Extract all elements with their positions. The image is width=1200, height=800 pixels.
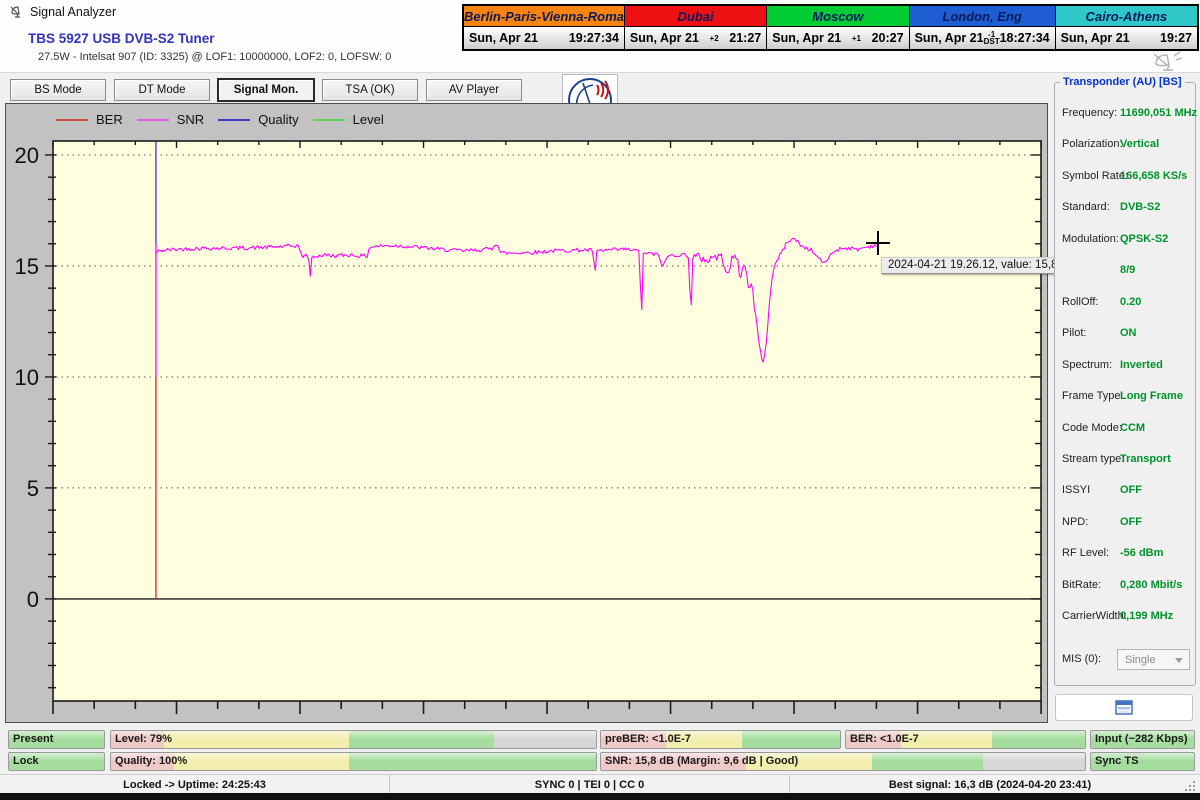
transport-log-button[interactable] <box>1055 694 1193 721</box>
transponder-row-modulation: Modulation:QPSK-S2 <box>1062 233 1190 249</box>
dish-watermark-icon <box>1150 50 1184 72</box>
background-strip <box>0 793 1200 800</box>
clock-time-row: Sun, Apr 21-1 DST18:27:34 <box>910 27 1055 49</box>
bar-label: Quality: 100% <box>115 755 187 767</box>
bar-label: BER: <1.0E-7 <box>850 733 919 745</box>
tab-tsa-ok-[interactable]: TSA (OK) <box>322 79 418 101</box>
satellite-dish-icon <box>9 4 25 20</box>
mode-tab-bar: BS Mode DT Mode Signal Mon. TSA (OK) AV Play… <box>10 79 522 102</box>
clock-dubai: DubaiSun, Apr 21+221:27 <box>625 6 767 49</box>
snr-bar: SNR: 15,8 dB (Margin: 9,6 dB | Good) <box>600 752 1086 771</box>
bar-label: Present <box>13 733 53 745</box>
window-title: Signal Analyzer <box>30 5 116 19</box>
bar-label: preBER: <1.0E-7 <box>605 733 691 745</box>
svg-text:20: 20 <box>15 143 39 168</box>
transponder-title: Transponder (AU) [BS] <box>1060 76 1185 88</box>
quality-bar: Quality: 100% <box>110 752 597 771</box>
clock-time-row: Sun, Apr 21+120:27 <box>767 27 908 49</box>
transponder-row-rflevel: RF Level:-56 dBm <box>1062 547 1190 563</box>
level-bar: Level: 79% <box>110 730 597 749</box>
clock-city-label: Dubai <box>625 6 766 27</box>
clock-city-label: Moscow <box>767 6 908 27</box>
resize-grip[interactable] <box>1185 781 1197 793</box>
transponder-row-carrierwidth: CarrierWidth:0,199 MHz <box>1062 610 1190 626</box>
crosshair-h <box>866 242 890 244</box>
bar-label: SNR: 15,8 dB (Margin: 9,6 dB | Good) <box>605 755 798 767</box>
svg-text:10: 10 <box>15 365 39 390</box>
bar-label: Lock <box>13 755 39 767</box>
svg-text:0: 0 <box>27 587 39 612</box>
legend-swatch <box>218 119 250 121</box>
transponder-row-symbolrate: Symbol Rate:166,658 KS/s <box>1062 170 1190 186</box>
clock-city-label: Cairo-Athens <box>1056 6 1197 27</box>
clock-moscow: MoscowSun, Apr 21+120:27 <box>767 6 909 49</box>
clock-cairo-athens: Cairo-AthensSun, Apr 2119:27 <box>1056 6 1197 49</box>
transponder-groupbox: Frequency:11690,051 MHz Polarization:Vert… <box>1054 82 1196 686</box>
sync-ts-bar: Sync TS <box>1090 752 1195 771</box>
bar-label: Sync TS <box>1095 755 1138 767</box>
svg-text:15: 15 <box>15 254 39 279</box>
tab-bs-mode[interactable]: BS Mode <box>10 79 106 101</box>
clock-london-eng: London, EngSun, Apr 21-1 DST18:27:34 <box>910 6 1056 49</box>
transponder-row-pilot: Pilot:ON <box>1062 327 1190 343</box>
svg-text:5: 5 <box>27 476 39 501</box>
tab-av-player[interactable]: AV Player <box>426 79 522 101</box>
world-clocks: Berlin-Paris-Vienna-RomaSun, Apr 2119:27… <box>462 4 1199 51</box>
clock-time-row: Sun, Apr 21+221:27 <box>625 27 766 49</box>
transponder-row-issyi: ISSYIOFF <box>1062 484 1190 500</box>
lock-indicator: Lock <box>8 752 105 771</box>
tuner-title: TBS 5927 USB DVB-S2 Tuner <box>28 31 215 46</box>
present-indicator: Present <box>8 730 105 749</box>
signal-analyzer-window: Signal Analyzer TBS 5927 USB DVB-S2 Tune… <box>0 0 1200 800</box>
legend-snr: SNR <box>137 112 204 127</box>
ber-bar: BER: <1.0E-7 <box>845 730 1086 749</box>
status-bar: Locked -> Uptime: 24:25:43 SYNC 0 | TEI … <box>0 774 1200 793</box>
clock-berlin-paris-vienna-roma: Berlin-Paris-Vienna-RomaSun, Apr 2119:27… <box>464 6 625 49</box>
signal-status-bars: Present Level: 79% preBER: <1.0E-7 BER: … <box>0 726 1200 774</box>
transponder-row-standard: Standard:DVB-S2 <box>1062 201 1190 217</box>
legend-swatch <box>137 119 169 121</box>
transponder-row-bitrate: BitRate:0,280 Mbit/s <box>1062 579 1190 595</box>
chart-legend: BER SNR Quality Level <box>56 112 384 127</box>
legend-quality: Quality <box>218 112 298 127</box>
transponder-row-polarization: Polarization:Vertical <box>1062 138 1190 154</box>
transponder-row-frametype: Frame Type:Long Frame <box>1062 390 1190 406</box>
bar-label: Level: 79% <box>115 733 172 745</box>
mis-dropdown[interactable]: Single <box>1117 649 1190 670</box>
clock-city-label: London, Eng <box>910 6 1055 27</box>
legend-swatch <box>313 119 345 121</box>
transponder-row-codemode: Code Mode:CCM <box>1062 422 1190 438</box>
legend-level: Level <box>313 112 384 127</box>
preber-bar: preBER: <1.0E-7 <box>600 730 841 749</box>
clock-time-row: Sun, Apr 2119:27 <box>1056 27 1197 49</box>
stream-list-icon <box>1115 700 1133 715</box>
bar-label: Input (~282 Kbps) <box>1095 733 1188 745</box>
transponder-row-spectrum: Spectrum:Inverted <box>1062 359 1190 375</box>
status-best-signal: Best signal: 16,3 dB (2024-04-20 23:41) <box>790 775 1190 794</box>
signal-chart-panel: BERSNRQualityLevel 05101520 <box>5 103 1048 723</box>
transponder-row-rolloff: RollOff:0.20 <box>1062 296 1190 312</box>
mis-row: MIS (0):Single <box>1062 649 1190 671</box>
transponder-row-streamtype: Stream type:Transport <box>1062 453 1190 469</box>
bar-shine <box>111 731 596 739</box>
status-sync-counters: SYNC 0 | TEI 0 | CC 0 <box>390 775 790 794</box>
legend-swatch <box>56 119 88 121</box>
tab-signal-mon-[interactable]: Signal Mon. <box>218 79 314 101</box>
chevron-down-icon <box>1175 658 1183 663</box>
clock-city-label: Berlin-Paris-Vienna-Roma <box>464 6 624 27</box>
transponder-row-npd: NPD:OFF <box>1062 516 1190 532</box>
plot-area[interactable]: 05101520 <box>53 141 1041 701</box>
transponder-row-frequency: Frequency:11690,051 MHz <box>1062 107 1190 123</box>
tab-dt-mode[interactable]: DT Mode <box>114 79 210 101</box>
transponder-row-fec: 8/9 <box>1062 264 1190 280</box>
tuner-subtitle: 27.5W - Intelsat 907 (ID: 3325) @ LOF1: … <box>38 51 391 63</box>
snr-chart-svg[interactable]: 05101520 <box>53 141 1041 701</box>
input-bar: Input (~282 Kbps) <box>1090 730 1195 749</box>
clock-time-row: Sun, Apr 2119:27:34 <box>464 27 624 49</box>
status-lock-uptime: Locked -> Uptime: 24:25:43 <box>0 775 390 794</box>
legend-ber: BER <box>56 112 123 127</box>
